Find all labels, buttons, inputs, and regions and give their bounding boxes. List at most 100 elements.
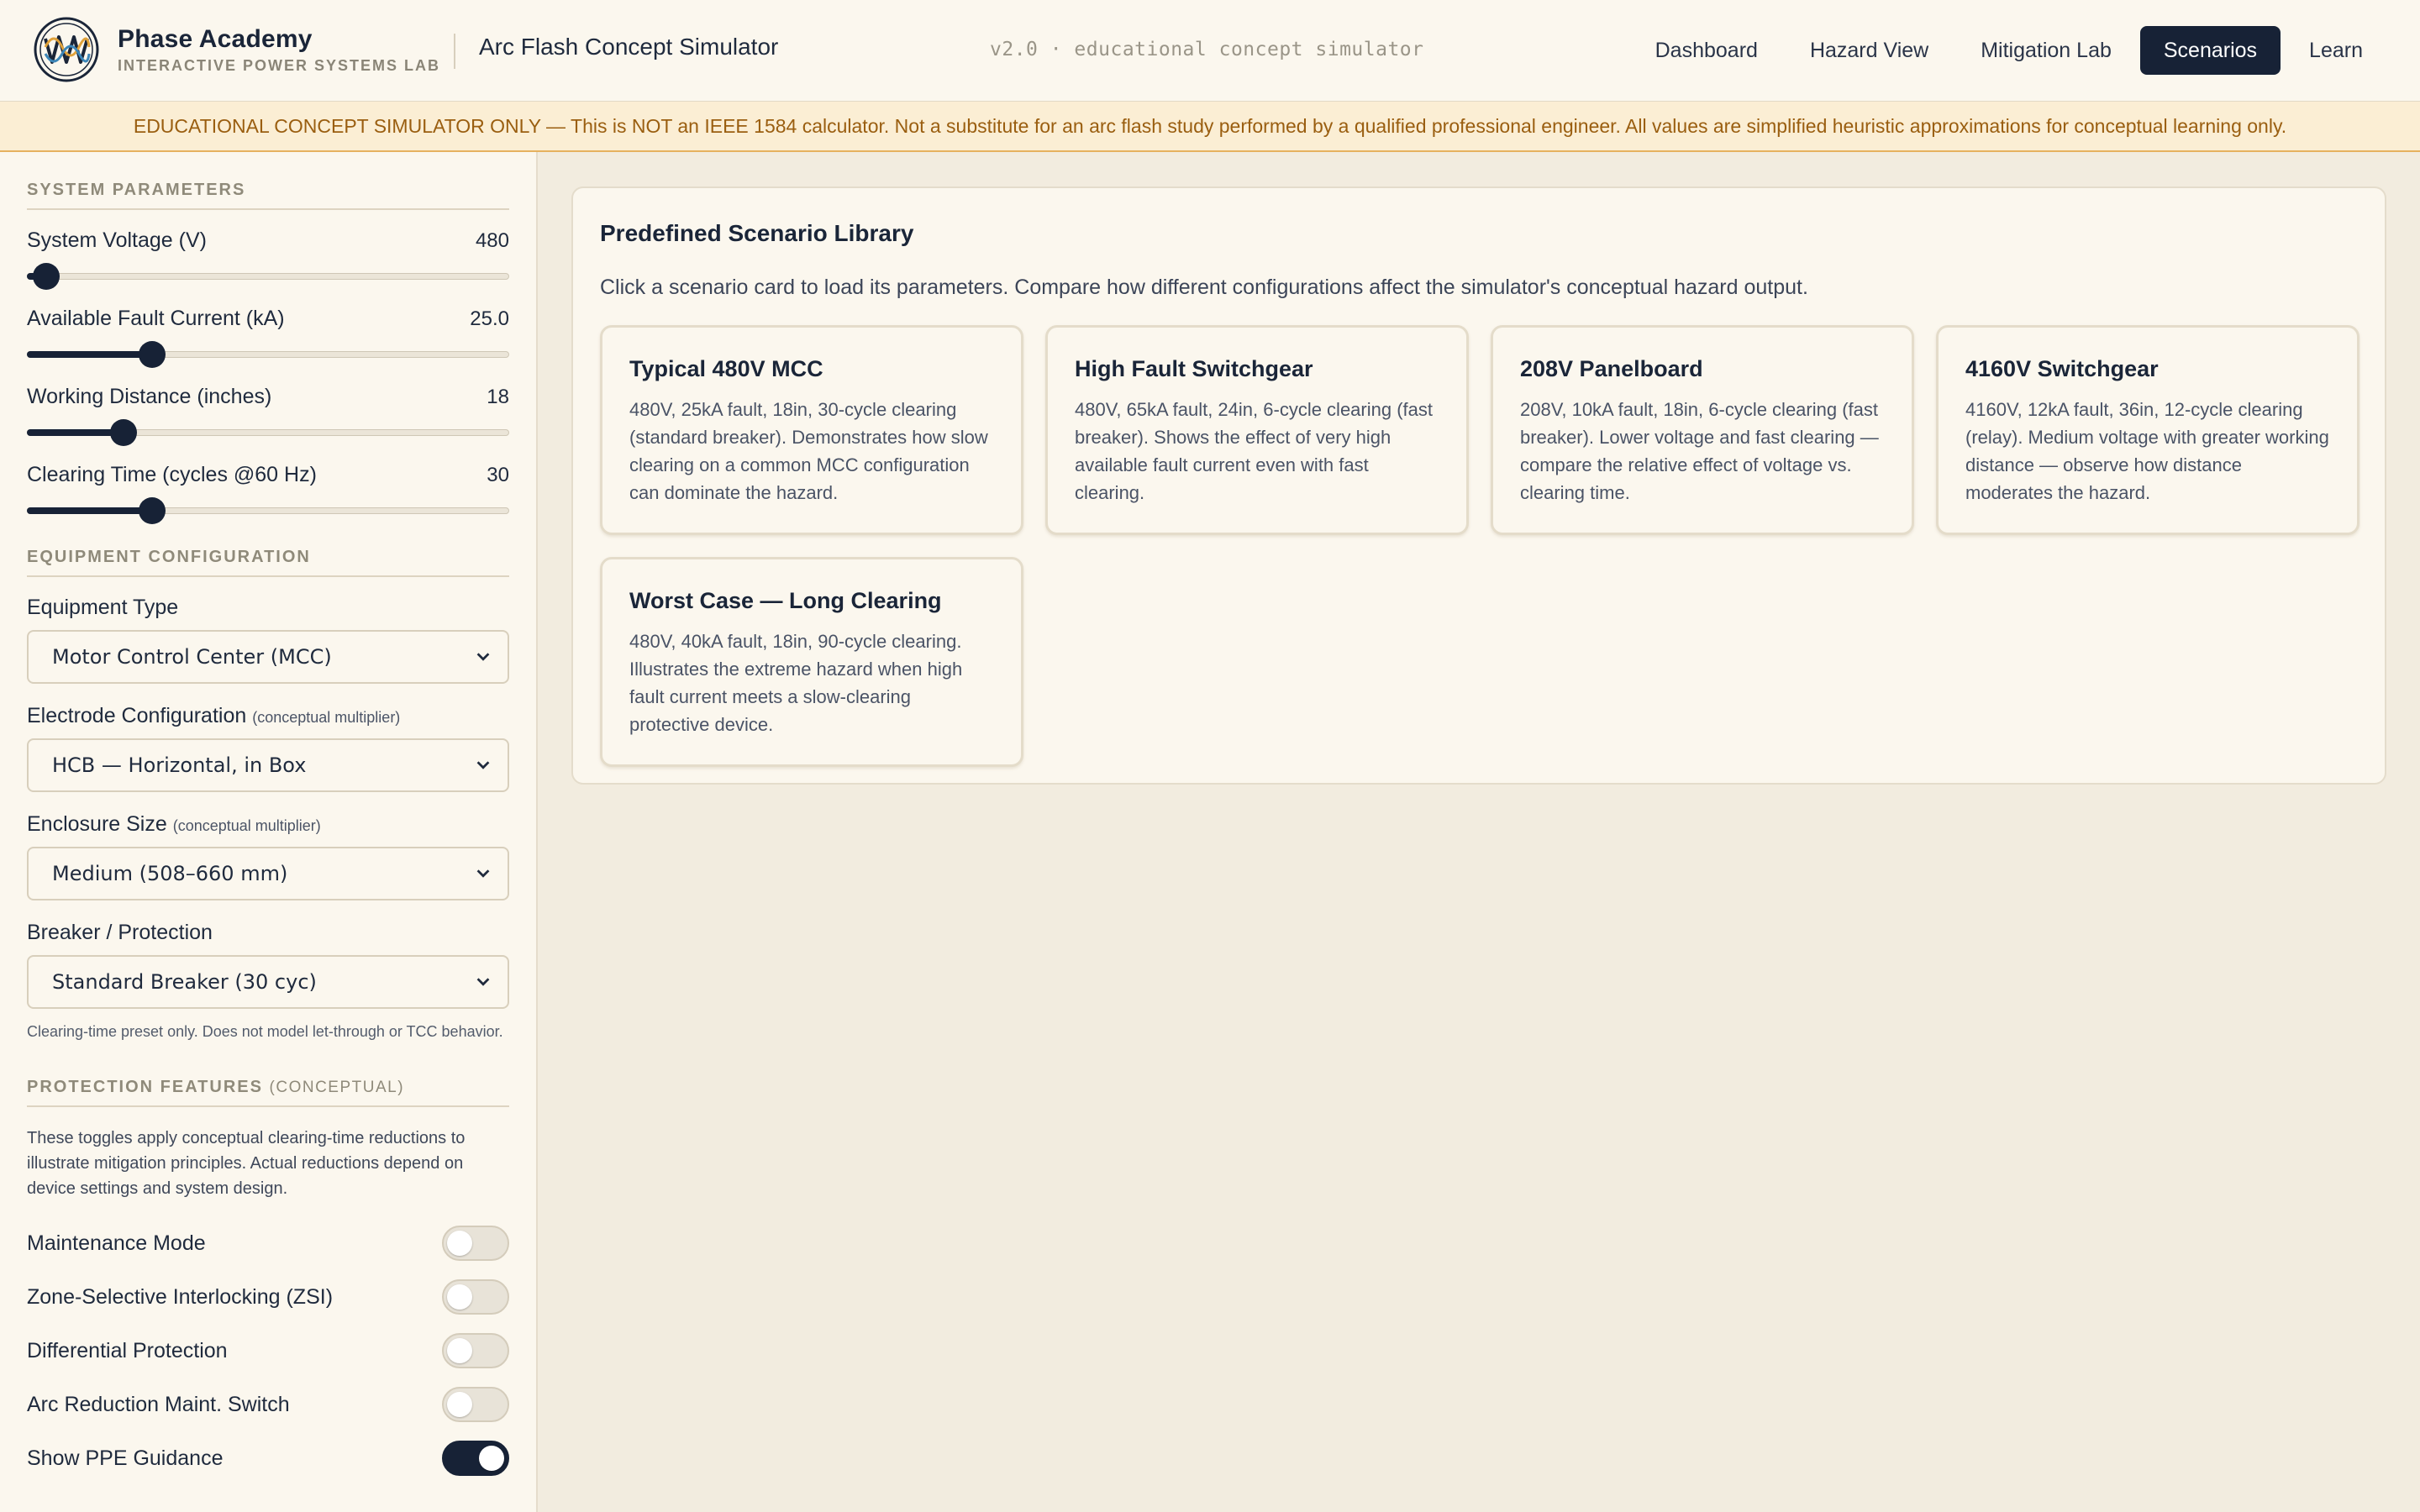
toggle-row-arc-reduction: Arc Reduction Maint. Switch [27,1378,509,1431]
scenario-card-body: 480V, 65kA fault, 24in, 6-cycle clearing… [1075,399,1433,503]
phase-academy-logo-icon[interactable] [34,17,99,82]
maintenance-mode-toggle[interactable] [442,1226,509,1261]
slider-thumb[interactable] [139,341,166,368]
nav-dashboard[interactable]: Dashboard [1632,26,1781,75]
equipment-type-select[interactable]: Motor Control Center (MCC) [27,630,509,684]
scenario-card-208v-panelboard[interactable]: 208V Panelboard 208V, 10kA fault, 18in, … [1491,325,1914,535]
enclosure-size-select[interactable]: Medium (508–660 mm) [27,847,509,900]
slider-track[interactable] [27,273,509,280]
toggle-row-zsi: Zone-Selective Interlocking (ZSI) [27,1270,509,1324]
field-label-text: Enclosure Size [27,812,167,836]
working-distance-slider[interactable] [27,416,509,449]
scenario-card-worst-case[interactable]: Worst Case — Long Clearing 480V, 40kA fa… [600,557,1023,767]
protection-features-heading: PROTECTION FEATURES (CONCEPTUAL) [27,1078,509,1107]
system-voltage-slider[interactable] [27,260,509,293]
toggle-label: Maintenance Mode [27,1231,206,1255]
zsi-toggle[interactable] [442,1279,509,1315]
app-title: Arc Flash Concept Simulator [479,34,779,60]
toggle-knob [447,1392,472,1417]
scenario-card-body: 208V, 10kA fault, 18in, 6-cycle clearing… [1520,399,1879,503]
param-value: 30 [487,463,509,486]
scenario-cards: Typical 480V MCC 480V, 25kA fault, 18in,… [600,325,2360,767]
select-value: Standard Breaker (30 cyc) [52,970,317,994]
section-title-sub: (CONCEPTUAL) [269,1079,405,1096]
slider-fill [27,429,124,436]
slider-fill [27,351,153,358]
clearing-time-slider[interactable] [27,494,509,528]
param-label: Available Fault Current (kA) [27,307,285,330]
scenario-card-title: 208V Panelboard [1520,356,1703,381]
section-title-text: PROTECTION FEATURES [27,1078,263,1096]
nav-learn[interactable]: Learn [2286,26,2386,75]
field-label-note: (conceptual multiplier) [252,709,401,726]
toggle-knob [447,1338,472,1363]
scenario-card-high-fault-switchgear[interactable]: High Fault Switchgear 480V, 65kA fault, … [1045,325,1469,535]
parameters-sidebar[interactable]: SYSTEM PARAMETERS System Voltage (V) 480… [0,152,538,1512]
equipment-type-label: Equipment Type [27,596,179,619]
disclaimer-banner: EDUCATIONAL CONCEPT SIMULATOR ONLY — Thi… [0,102,2420,152]
scenario-card-typical-480v-mcc[interactable]: Typical 480V MCC 480V, 25kA fault, 18in,… [600,325,1023,535]
param-label: System Voltage (V) [27,228,207,252]
scenario-card-body: 480V, 40kA fault, 18in, 90-cycle clearin… [629,631,963,735]
breaker-protection-label: Breaker / Protection [27,921,213,944]
toggle-knob [447,1231,472,1256]
brand-subtitle: INTERACTIVE POWER SYSTEMS LAB [118,57,441,74]
enclosure-size-label: Enclosure Size (conceptual multiplier) [27,812,509,837]
brand: Phase Academy INTERACTIVE POWER SYSTEMS … [118,25,440,75]
scenario-card-title: 4160V Switchgear [1965,356,2159,381]
param-value: 480 [475,228,509,252]
electrode-configuration-label: Electrode Configuration (conceptual mult… [27,704,509,728]
nav-mitigation-lab[interactable]: Mitigation Lab [1957,26,2135,75]
electrode-configuration-select[interactable]: HCB — Horizontal, in Box [27,738,509,792]
select-value: Medium (508–660 mm) [52,862,288,885]
scenario-card-body: 4160V, 12kA fault, 36in, 12-cycle cleari… [1965,399,2329,503]
toggle-label: Arc Reduction Maint. Switch [27,1392,290,1416]
toggle-label: Show PPE Guidance [27,1446,224,1470]
show-ppe-guidance-toggle[interactable] [442,1441,509,1476]
brand-name: Phase Academy [118,25,313,53]
chevron-down-icon [476,761,490,769]
toggle-label: Zone-Selective Interlocking (ZSI) [27,1284,334,1309]
main-nav: Dashboard Hazard View Mitigation Lab Sce… [1627,26,2386,75]
slider-thumb[interactable] [139,497,166,524]
slider-thumb[interactable] [32,263,60,290]
panel-description: Click a scenario card to load its parame… [600,276,1808,299]
select-value: Motor Control Center (MCC) [52,645,332,669]
scenario-card-title: High Fault Switchgear [1075,356,1313,381]
protection-description: These toggles apply conceptual clearing-… [27,1129,466,1198]
param-working-distance: Working Distance (inches) 18 [27,385,509,449]
param-fault-current: Available Fault Current (kA) 25.0 [27,307,509,371]
toggle-row-maintenance-mode: Maintenance Mode [27,1216,509,1270]
toggle-row-ppe-guidance: Show PPE Guidance [27,1431,509,1485]
equipment-configuration-heading: EQUIPMENT CONFIGURATION [27,548,509,577]
param-clearing-time: Clearing Time (cycles @60 Hz) 30 [27,463,509,528]
toggle-knob [479,1446,504,1471]
chevron-down-icon [476,869,490,878]
differential-protection-toggle[interactable] [442,1333,509,1368]
scenario-card-title: Worst Case — Long Clearing [629,588,942,613]
param-label: Clearing Time (cycles @60 Hz) [27,463,317,486]
scenario-library-panel: Predefined Scenario Library Click a scen… [571,186,2386,785]
scenario-card-4160v-switchgear[interactable]: 4160V Switchgear 4160V, 12kA fault, 36in… [1936,325,2360,535]
breaker-protection-select[interactable]: Standard Breaker (30 cyc) [27,955,509,1009]
nav-scenarios[interactable]: Scenarios [2139,26,2281,75]
header-divider [454,34,455,69]
arc-reduction-switch-toggle[interactable] [442,1387,509,1422]
field-label-text: Electrode Configuration [27,704,247,727]
nav-hazard-view[interactable]: Hazard View [1786,26,1952,75]
scenario-card-body: 480V, 25kA fault, 18in, 30-cycle clearin… [629,399,988,503]
param-value: 25.0 [470,307,509,330]
fault-current-slider[interactable] [27,338,509,371]
system-parameters-heading: SYSTEM PARAMETERS [27,181,509,210]
field-label-note: (conceptual multiplier) [172,817,321,834]
top-header: Phase Academy INTERACTIVE POWER SYSTEMS … [0,0,2420,102]
toggle-row-differential: Differential Protection [27,1324,509,1378]
toggle-label: Differential Protection [27,1338,228,1362]
slider-fill [27,507,153,514]
select-value: HCB — Horizontal, in Box [52,753,307,777]
param-system-voltage: System Voltage (V) 480 [27,228,509,293]
slider-thumb[interactable] [109,419,137,446]
chevron-down-icon [476,653,490,661]
version-label: v2.0 · educational concept simulator [990,39,1424,60]
param-label: Working Distance (inches) [27,385,272,408]
